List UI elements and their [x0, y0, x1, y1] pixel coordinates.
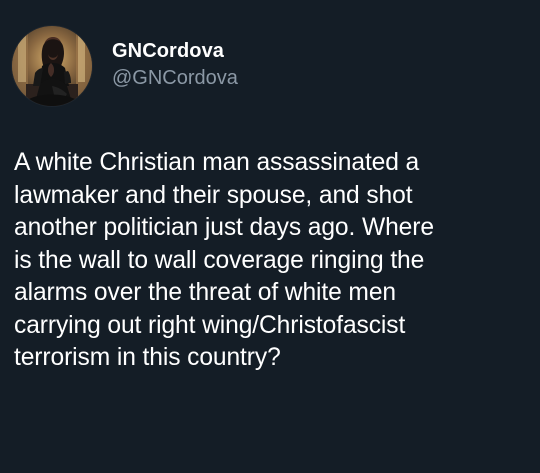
author-names: GNCordova @GNCordova: [112, 40, 238, 90]
tweet-text: A white Christian man assassinated a law…: [14, 149, 434, 371]
tweet-header: GNCordova @GNCordova: [12, 26, 238, 106]
avatar[interactable]: [12, 26, 92, 106]
display-name[interactable]: GNCordova: [112, 40, 238, 63]
user-handle[interactable]: @GNCordova: [112, 67, 238, 90]
tweet-card: GNCordova @GNCordova A white Christian m…: [0, 0, 540, 473]
